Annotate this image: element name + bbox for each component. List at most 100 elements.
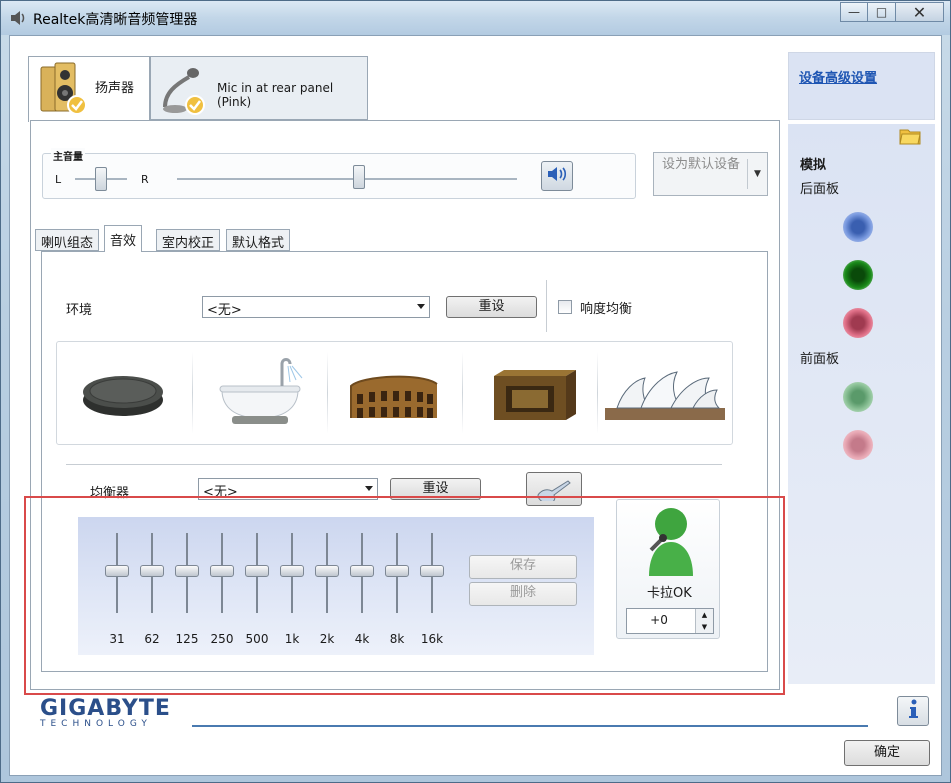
balance-slider[interactable] — [95, 167, 107, 191]
stepper-down-icon[interactable]: ▼ — [695, 621, 713, 633]
advanced-settings-panel: 设备高级设置 — [788, 52, 935, 120]
brand-subtitle: TECHNOLOGY — [40, 719, 152, 729]
eq-slider-31[interactable] — [102, 533, 132, 613]
gigabyte-logo: GIGABYTE TECHNOLOGY — [40, 696, 171, 729]
rear-blue-jack[interactable] — [843, 212, 873, 242]
eq-slider-1k[interactable] — [277, 533, 307, 613]
rear-green-jack[interactable] — [843, 260, 873, 290]
guitar-icon — [534, 480, 574, 505]
tab-mic-label: Mic in at rear panel (Pink) — [217, 81, 334, 109]
tab-sound-effects[interactable]: 音效 — [104, 225, 143, 252]
front-pink-jack[interactable] — [843, 430, 873, 460]
volume-track — [177, 178, 517, 180]
environment-presets — [56, 341, 733, 445]
loudness-label: 响度均衡 — [580, 302, 633, 317]
tab-speaker-config[interactable]: 喇叭组态 — [35, 229, 100, 251]
karaoke-level-stepper[interactable]: +0 ▲ ▼ — [626, 608, 714, 634]
eq-band-label: 62 — [144, 632, 160, 646]
divider — [546, 280, 547, 332]
tab-room-correction[interactable]: 室内校正 — [156, 229, 221, 251]
tab-speakers-label: 扬声器 — [95, 81, 135, 96]
karaoke-level-value: +0 — [650, 613, 668, 627]
equalizer-value: <无> — [203, 485, 238, 500]
device-advanced-settings-link[interactable]: 设备高级设置 — [799, 67, 877, 86]
title-bar[interactable]: Realtek高清晰音频管理器 — □ ✕ — [1, 1, 950, 35]
sound-effects-panel: 环境 <无> 重设 响度均衡 均衡器 <无> 重设 31 62 125 250 … — [41, 251, 768, 672]
maximize-button[interactable]: □ — [868, 2, 896, 22]
close-button[interactable]: ✕ — [896, 2, 944, 22]
tab-speakers[interactable]: 扬声器 — [28, 56, 150, 122]
preset-opera-house[interactable] — [597, 342, 732, 444]
eq-band-label: 8k — [389, 632, 405, 646]
equalizer-label: 均衡器 — [90, 486, 130, 501]
analog-heading: 模拟 — [800, 158, 827, 173]
environment-select[interactable]: <无> — [202, 296, 430, 318]
speaker-volume-icon — [546, 165, 568, 187]
set-default-device-dropdown[interactable]: 设为默认设备 ▼ — [653, 152, 768, 196]
speaker-icon — [9, 10, 27, 26]
main-volume-caption: 主音量 — [51, 148, 85, 163]
ok-button[interactable]: 确定 — [844, 740, 930, 766]
main-volume-group: 主音量 L R — [42, 148, 636, 199]
speaker-device-icon — [39, 61, 87, 121]
client-area: 扬声器 Mic in at rear panel (Pink) 主音量 L R — [9, 35, 942, 776]
minimize-button[interactable]: — — [840, 2, 868, 22]
karaoke-singer-icon — [639, 504, 699, 582]
volume-slider[interactable] — [353, 165, 365, 189]
front-panel-heading: 前面板 — [800, 352, 840, 367]
rear-pink-jack[interactable] — [843, 308, 873, 338]
preset-colosseum[interactable] — [327, 342, 462, 444]
speaker-panel: 主音量 L R 设为默认设备 ▼ 喇叭组态 音效 室内校正 默认格式 环境 <无… — [30, 120, 780, 690]
preset-stone-room[interactable] — [462, 342, 597, 444]
environment-reset-button[interactable]: 重设 — [446, 296, 537, 318]
loudness-checkbox[interactable] — [558, 300, 572, 314]
eq-slider-16k[interactable] — [417, 533, 447, 613]
eq-band-label: 16k — [420, 632, 444, 646]
eq-band-label: 125 — [175, 632, 199, 646]
footer-line — [192, 725, 868, 727]
window-title: Realtek高清晰音频管理器 — [33, 12, 198, 28]
tab-default-format[interactable]: 默认格式 — [226, 229, 291, 251]
equalizer-reset-button[interactable]: 重设 — [390, 478, 481, 500]
eq-slider-500[interactable] — [242, 533, 272, 613]
karaoke-panel: 卡拉OK +0 ▲ ▼ — [616, 499, 720, 639]
eq-band-label: 250 — [210, 632, 234, 646]
equalizer-select[interactable]: <无> — [198, 478, 378, 500]
eq-slider-8k[interactable] — [382, 533, 412, 613]
stepper-up-icon[interactable]: ▲ — [695, 609, 713, 621]
eq-save-button[interactable]: 保存 — [469, 555, 577, 579]
eq-slider-250[interactable] — [207, 533, 237, 613]
rear-panel-heading: 后面板 — [800, 182, 840, 197]
eq-band-label: 500 — [245, 632, 269, 646]
karaoke-label: 卡拉OK — [647, 586, 692, 601]
tab-mic[interactable]: Mic in at rear panel (Pink) — [150, 56, 368, 120]
microphone-icon — [159, 61, 207, 121]
eq-delete-button[interactable]: 删除 — [469, 582, 577, 606]
front-green-jack[interactable] — [843, 382, 873, 412]
eq-slider-62[interactable] — [137, 533, 167, 613]
eq-slider-4k[interactable] — [347, 533, 377, 613]
info-icon — [906, 699, 920, 723]
info-button[interactable] — [897, 696, 929, 726]
eq-band-label: 1k — [284, 632, 300, 646]
eq-band-label: 4k — [354, 632, 370, 646]
mute-button[interactable] — [541, 161, 573, 191]
connector-panel: 模拟 后面板 前面板 — [788, 124, 935, 684]
equalizer-area: 31 62 125 250 500 1k 2k 4k 8k 16k 保存 删除 — [78, 517, 594, 655]
environment-value: <无> — [207, 303, 242, 318]
chevron-down-icon: ▼ — [747, 159, 767, 189]
dropdown-arrow-icon — [365, 486, 373, 491]
preset-stone-disc[interactable] — [57, 342, 192, 444]
set-default-device-label: 设为默认设备 — [662, 157, 741, 172]
dropdown-arrow-icon — [417, 304, 425, 309]
realtek-window: Realtek高清晰音频管理器 — □ ✕ 扬声器 Mic in at rear… — [0, 0, 951, 783]
balance-right-label: R — [141, 173, 149, 186]
folder-icon[interactable] — [898, 126, 922, 146]
section-divider — [66, 464, 722, 465]
guitar-button[interactable] — [526, 472, 582, 506]
eq-band-label: 2k — [319, 632, 335, 646]
preset-bathtub[interactable] — [192, 342, 327, 444]
environment-label: 环境 — [66, 303, 93, 318]
eq-slider-2k[interactable] — [312, 533, 342, 613]
eq-slider-125[interactable] — [172, 533, 202, 613]
